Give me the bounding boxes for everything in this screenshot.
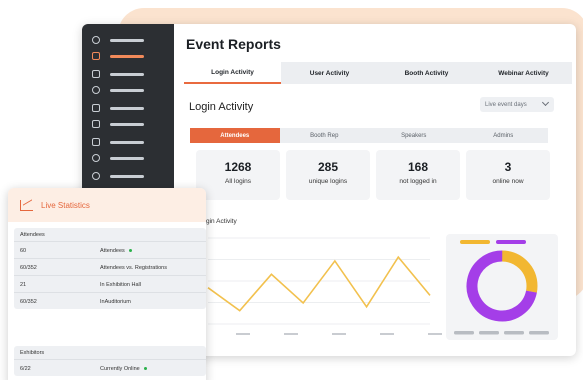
tab-webinar-activity[interactable]: Webinar Activity bbox=[475, 62, 572, 84]
legend-bar bbox=[479, 331, 499, 335]
stat-card-all-logins: 1268 All logins bbox=[196, 150, 280, 200]
x-tick-label bbox=[236, 333, 250, 335]
chart-title: gin Activity bbox=[206, 218, 237, 225]
subtab-admins[interactable]: Admins bbox=[459, 128, 549, 143]
list-item: 60 Attendees bbox=[14, 241, 206, 258]
list-item: 60/352 Attendees vs. Registrations bbox=[14, 258, 206, 275]
row-value: 21 bbox=[20, 282, 27, 288]
x-tick-label bbox=[428, 333, 442, 335]
sidebar-item-notifications[interactable] bbox=[92, 170, 162, 182]
subtab-speakers[interactable]: Speakers bbox=[369, 128, 459, 143]
x-tick-label bbox=[332, 333, 346, 335]
legend-bar bbox=[529, 331, 549, 335]
row-label: InAuditorium bbox=[100, 299, 131, 305]
x-tick-label bbox=[380, 333, 394, 335]
stat-label: online now bbox=[492, 178, 524, 185]
stat-value: 1268 bbox=[224, 160, 252, 174]
legend-primary-swatch bbox=[496, 240, 526, 244]
section-title: Login Activity bbox=[189, 101, 254, 113]
row-value: 60/352 bbox=[20, 299, 37, 305]
list-item: 60/352 InAuditorium bbox=[14, 292, 206, 309]
list-item: 6/22 Currently Online bbox=[14, 359, 206, 376]
stat-card-not-logged-in: 168 not logged in bbox=[376, 150, 460, 200]
legend-bar bbox=[504, 331, 524, 335]
tab-login-activity[interactable]: Login Activity bbox=[184, 62, 281, 84]
stat-label: not logged in bbox=[399, 178, 437, 185]
bell-icon bbox=[92, 172, 100, 180]
stat-label: unique logins bbox=[308, 178, 348, 185]
clock-icon bbox=[92, 36, 100, 44]
sidebar-item-settings[interactable] bbox=[92, 84, 162, 96]
live-statistics-header: Live Statistics bbox=[8, 188, 206, 222]
role-subtabs: Attendees Booth Rep Speakers Admins bbox=[190, 128, 548, 143]
dropdown-value: Live event days bbox=[485, 101, 527, 108]
report-tabs: Login Activity User Activity Booth Activ… bbox=[184, 62, 572, 84]
stat-label: All logins bbox=[224, 178, 251, 185]
monitor-icon bbox=[92, 52, 100, 60]
user-icon bbox=[92, 154, 100, 162]
page-title: Event Reports bbox=[186, 36, 281, 52]
sidebar-item-users[interactable] bbox=[92, 152, 162, 164]
stat-value: 285 bbox=[317, 160, 339, 174]
group-title: Exhibitors bbox=[20, 350, 45, 356]
group-title: Attendees bbox=[20, 232, 45, 238]
subtab-attendees[interactable]: Attendees bbox=[190, 128, 280, 143]
row-value: 60/352 bbox=[20, 265, 37, 271]
event-days-dropdown[interactable]: Live event days bbox=[480, 97, 554, 112]
chat-icon bbox=[92, 120, 100, 128]
sidebar-item-calendar[interactable] bbox=[92, 136, 162, 148]
online-indicator-icon bbox=[143, 367, 147, 371]
tab-booth-activity[interactable]: Booth Activity bbox=[378, 62, 475, 84]
live-statistics-panel: Live Statistics Attendees 60 Attendees 6… bbox=[8, 188, 206, 380]
sidebar-item-analytics[interactable] bbox=[92, 68, 162, 80]
row-label: In Exhibition Hall bbox=[100, 282, 141, 288]
stat-value: 168 bbox=[407, 160, 429, 174]
exhibitors-group: Exhibitors 6/22 Currently Online bbox=[14, 346, 206, 376]
trend-chart-icon bbox=[20, 199, 33, 211]
row-label: Attendees bbox=[100, 248, 125, 254]
legend-secondary-swatch bbox=[460, 240, 490, 244]
subtab-booth-rep[interactable]: Booth Rep bbox=[280, 128, 370, 143]
stat-value: 3 bbox=[504, 160, 512, 174]
chart-icon bbox=[92, 70, 100, 78]
calendar-icon bbox=[92, 138, 100, 146]
legend-bar bbox=[454, 331, 474, 335]
sidebar-item-messages[interactable] bbox=[92, 118, 162, 130]
chevron-down-icon bbox=[541, 98, 550, 107]
live-statistics-title: Live Statistics bbox=[41, 200, 90, 210]
row-label: Attendees vs. Registrations bbox=[100, 265, 167, 271]
online-indicator-icon bbox=[128, 249, 132, 253]
tab-user-activity[interactable]: User Activity bbox=[281, 62, 378, 84]
row-value: 60 bbox=[20, 248, 27, 254]
list-item: 21 In Exhibition Hall bbox=[14, 275, 206, 292]
stat-card-online-now: 3 online now bbox=[466, 150, 550, 200]
row-value: 6/22 bbox=[20, 366, 31, 372]
row-label: Currently Online bbox=[100, 366, 140, 372]
gear-icon bbox=[92, 86, 100, 94]
list-icon bbox=[92, 104, 100, 112]
donut-card bbox=[446, 234, 558, 340]
sidebar-item-dashboard[interactable] bbox=[92, 34, 162, 46]
sidebar-item-reports[interactable] bbox=[92, 50, 162, 62]
stat-card-unique-logins: 285 unique logins bbox=[286, 150, 370, 200]
sidebar-item-list[interactable] bbox=[92, 102, 162, 114]
attendees-group: Attendees 60 Attendees 60/352 Attendees … bbox=[14, 228, 206, 309]
x-tick-label bbox=[284, 333, 298, 335]
